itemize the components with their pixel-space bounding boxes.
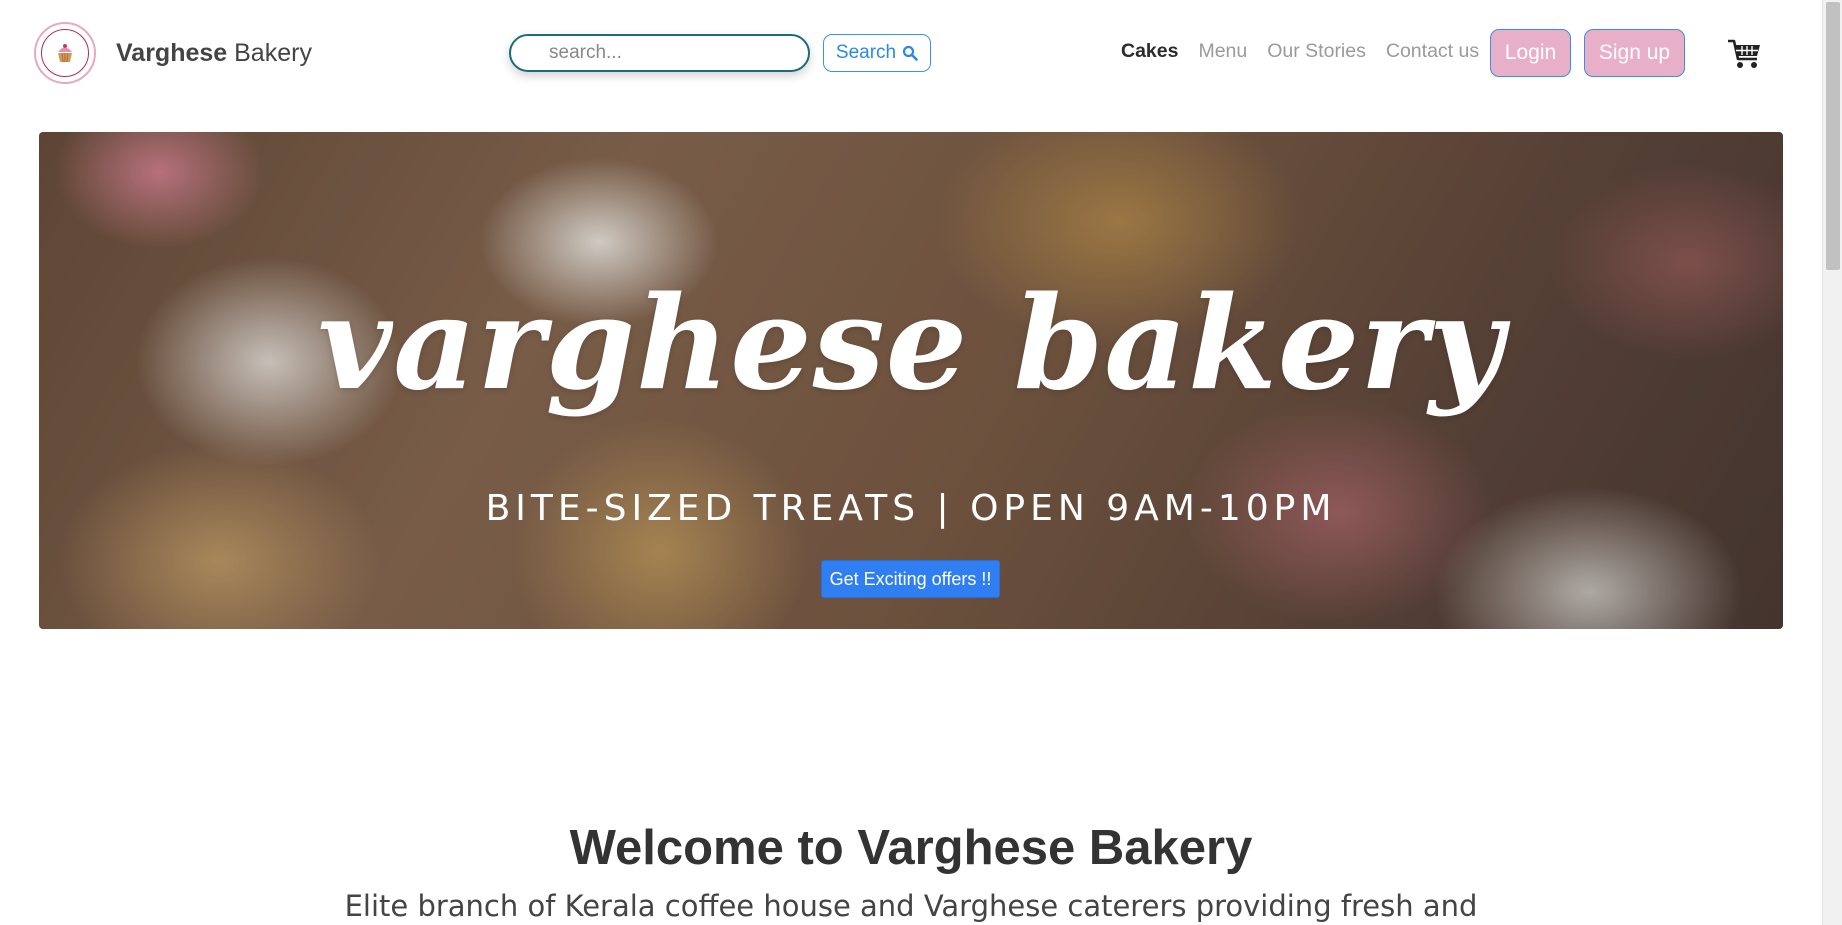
nav-item-contact-us[interactable]: Contact us	[1386, 40, 1479, 63]
cart-icon	[1728, 39, 1760, 68]
hero-subtitle: BITE-SIZED TREATS | OPEN 9AM-10PM	[485, 488, 1337, 529]
search-form: Search	[509, 34, 931, 72]
bakery-logo	[34, 22, 96, 84]
brand-name-rest: Bakery	[227, 38, 312, 67]
nav-links: Cakes Menu Our Stories Contact us	[1121, 40, 1499, 63]
page-scrollbar[interactable]	[1822, 0, 1842, 925]
brand[interactable]: Varghese Bakery	[34, 22, 312, 84]
nav-item-our-stories[interactable]: Our Stories	[1267, 40, 1366, 63]
navbar: Varghese Bakery Search Cakes Menu Our St…	[0, 0, 1822, 104]
login-button[interactable]: Login	[1490, 29, 1571, 77]
nav-item-cakes[interactable]: Cakes	[1121, 40, 1178, 63]
welcome-title: Welcome to Varghese Bakery	[569, 821, 1253, 875]
welcome-text: Elite branch of Kerala coffee house and …	[344, 889, 1478, 923]
offers-button[interactable]: Get Exciting offers !!	[821, 560, 1000, 598]
cart-button[interactable]	[1727, 37, 1763, 71]
logo-inner-ring	[41, 29, 89, 77]
cupcake-icon	[58, 44, 72, 63]
brand-name-bold: Varghese	[116, 38, 228, 67]
search-button[interactable]: Search	[823, 34, 931, 72]
brand-name: Varghese Bakery	[116, 39, 312, 68]
search-button-label: Search	[835, 42, 897, 63]
hero-title: varghese bakery	[317, 269, 1505, 419]
scrollbar-thumb[interactable]	[1826, 2, 1840, 270]
search-input[interactable]	[509, 34, 810, 72]
nav-item-menu[interactable]: Menu	[1198, 40, 1247, 63]
search-icon	[902, 45, 918, 61]
signup-button[interactable]: Sign up	[1584, 29, 1685, 77]
hero-banner: varghese bakery BITE-SIZED TREATS | OPEN…	[39, 132, 1783, 629]
